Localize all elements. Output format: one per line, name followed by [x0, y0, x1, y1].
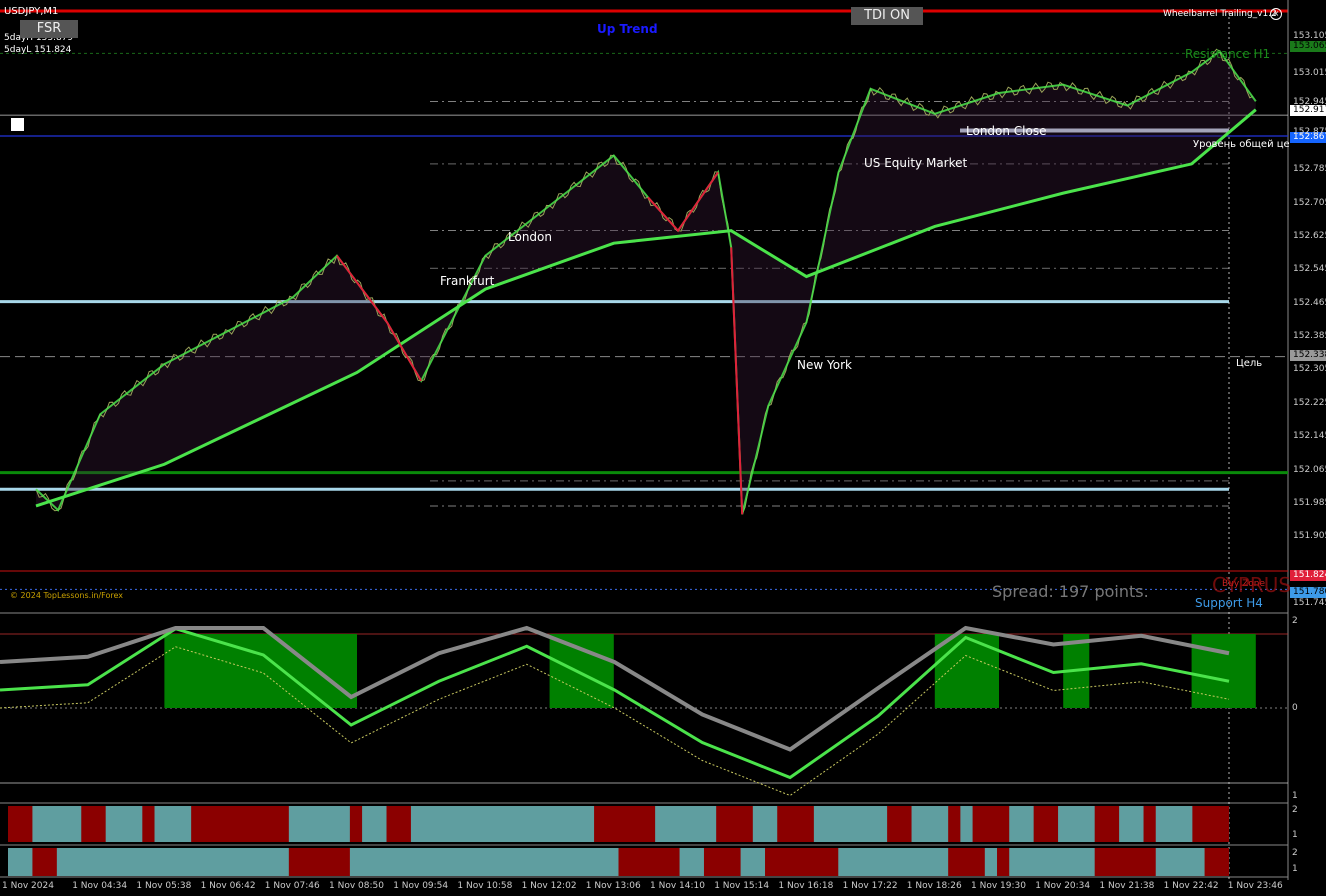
x-tick-label: 1 Nov 10:58: [457, 881, 513, 891]
x-tick-label: 1 Nov 14:10: [650, 881, 705, 891]
histo-row-1-bear-14: [1143, 806, 1156, 842]
tdi-button[interactable]: TDI ON: [851, 7, 923, 25]
tdi-zone-4: [1191, 634, 1256, 708]
x-tick-label: 1 Nov 2024: [2, 881, 54, 891]
x-tick-label: 1 Nov 05:38: [136, 881, 192, 891]
x-tick-label: 1 Nov 08:50: [329, 881, 384, 891]
target-price-tag: 152.338: [1290, 350, 1326, 361]
y-tick-label: 152.545: [1293, 264, 1326, 275]
resistance-label: Resistance H1: [1185, 47, 1271, 61]
tdi-y-tick-label: 0: [1292, 703, 1298, 713]
y-tick-label: 153.105: [1293, 30, 1326, 41]
us-equity-label: US Equity Market: [864, 156, 968, 170]
y-tick-label: 152.225: [1293, 397, 1326, 408]
histo-row-2-bear-5: [948, 848, 985, 876]
histo-row-2-bear-0: [32, 848, 57, 876]
common-level-label: Уровень общей це: [1193, 139, 1289, 150]
day-low-label: 5dayL 151.824: [4, 45, 72, 55]
frankfurt-label: Frankfurt: [440, 274, 495, 288]
x-tick-label: 1 Nov 06:42: [200, 881, 256, 891]
x-tick-label: 1 Nov 09:54: [393, 881, 449, 891]
symbol-label: USDJPY,M1: [4, 6, 59, 17]
y-tick-label: 151.745: [1293, 598, 1326, 608]
histo-y-tick-label: 1: [1292, 830, 1298, 840]
london-label: London: [508, 230, 552, 244]
x-tick-label: 1 Nov 12:02: [521, 881, 577, 891]
indicator-name: Wheelbarrel Trailing_v1.2: [1163, 9, 1277, 19]
spread-label: Spread: 197 points.: [992, 582, 1149, 601]
x-tick-label: 1 Nov 20:34: [1035, 881, 1091, 891]
histo-y-tick-label: 2: [1292, 848, 1298, 858]
histo-row-2-bear-7: [1094, 848, 1156, 876]
low-price-tag: 151.824: [1290, 570, 1326, 581]
histo-row-1-bear-10: [948, 806, 961, 842]
tdi-zone-1: [549, 634, 614, 708]
x-tick-label: 1 Nov 17:22: [842, 881, 898, 891]
trend-label: Up Trend: [597, 22, 658, 36]
support-price-tag: 151.780: [1290, 587, 1326, 598]
histo-row-1-bear-5: [386, 806, 411, 842]
close-icon[interactable]: ×: [1270, 8, 1282, 20]
histo-row-1-bear-11: [972, 806, 1010, 842]
chart-stage: [0, 0, 1326, 896]
tdi-zone-2: [934, 634, 999, 708]
histo-row-1-bear-0: [8, 806, 33, 842]
x-tick-label: 1 Nov 07:46: [264, 881, 320, 891]
tdi-y-tick-label: 2: [1292, 616, 1298, 626]
x-tick-label: 1 Nov 19:30: [971, 881, 1026, 891]
new-york-label: New York: [797, 358, 852, 372]
histo-row-1-bear-13: [1094, 806, 1120, 842]
y-tick-label: 152.785: [1293, 164, 1326, 175]
histo-row-1-bear-12: [1033, 806, 1059, 842]
london-close-label: London Close: [966, 124, 1047, 138]
x-tick-label: 1 Nov 23:46: [1227, 881, 1283, 891]
histo-row-1-bear-2: [142, 806, 155, 842]
y-tick-label: 151.985: [1293, 497, 1326, 508]
histo-row-1-bear-3: [191, 806, 289, 842]
histo-row-2-bear-6: [997, 848, 1010, 876]
histo-row-1-bear-4: [349, 806, 363, 842]
histo-row-2-bear-8: [1204, 848, 1229, 876]
y-tick-label: 152.945: [1293, 97, 1326, 108]
x-tick-label: 1 Nov 13:06: [585, 881, 641, 891]
cyprus-stamp: CYPRUS: [1212, 573, 1292, 597]
histo-row-2-bear-2: [618, 848, 680, 876]
y-tick-label: 152.705: [1293, 197, 1326, 208]
x-tick-label: 1 Nov 15:14: [714, 881, 770, 891]
y-tick-label: 152.625: [1293, 230, 1326, 241]
x-tick-label: 1 Nov 21:38: [1099, 881, 1155, 891]
x-tick-label: 1 Nov 18:26: [906, 881, 962, 891]
y-tick-label: 152.305: [1293, 364, 1326, 375]
y-tick-label: 152.385: [1293, 331, 1326, 342]
tdi-zone-0: [164, 634, 357, 708]
histo-row-2-bear-1: [288, 848, 350, 876]
y-tick-label: 151.905: [1293, 531, 1326, 542]
histo-row-1-bear-6: [594, 806, 656, 842]
support-label: Support H4: [1195, 596, 1263, 610]
y-tick-label: 152.065: [1293, 464, 1326, 475]
histo-row-1-bear-9: [887, 806, 912, 842]
histogram-panel: [8, 806, 1229, 876]
x-tick-label: 1 Nov 22:42: [1163, 881, 1219, 891]
tdi-y-tick-label: 1: [1292, 791, 1298, 801]
histo-row-1-bear-15: [1192, 806, 1229, 842]
fsr-button[interactable]: FSR: [20, 20, 78, 38]
x-tick-label: 1 Nov 04:34: [72, 881, 128, 891]
y-tick-label: 152.875: [1293, 126, 1326, 137]
histo-row-2-bear-3: [703, 848, 741, 876]
copyright-label: © 2024 TopLessons.in/Forex: [10, 591, 124, 600]
histo-row-1-bear-1: [81, 806, 106, 842]
y-tick-label: 152.465: [1293, 297, 1326, 308]
histo-row-1-bear-7: [716, 806, 753, 842]
y-tick-label: 152.145: [1293, 431, 1326, 442]
x-tick-label: 1 Nov 16:18: [778, 881, 834, 891]
histo-y-tick-label: 1: [1292, 864, 1298, 874]
histo-y-tick-label: 2: [1292, 805, 1298, 815]
resistance-price-tag: 153.065: [1290, 41, 1326, 52]
histo-row-1-bear-8: [777, 806, 814, 842]
target-label: Цель: [1236, 358, 1263, 369]
histo-row-2-bear-4: [765, 848, 839, 876]
square-toggle-button[interactable]: [11, 118, 24, 131]
y-tick-label: 153.015: [1293, 68, 1326, 79]
